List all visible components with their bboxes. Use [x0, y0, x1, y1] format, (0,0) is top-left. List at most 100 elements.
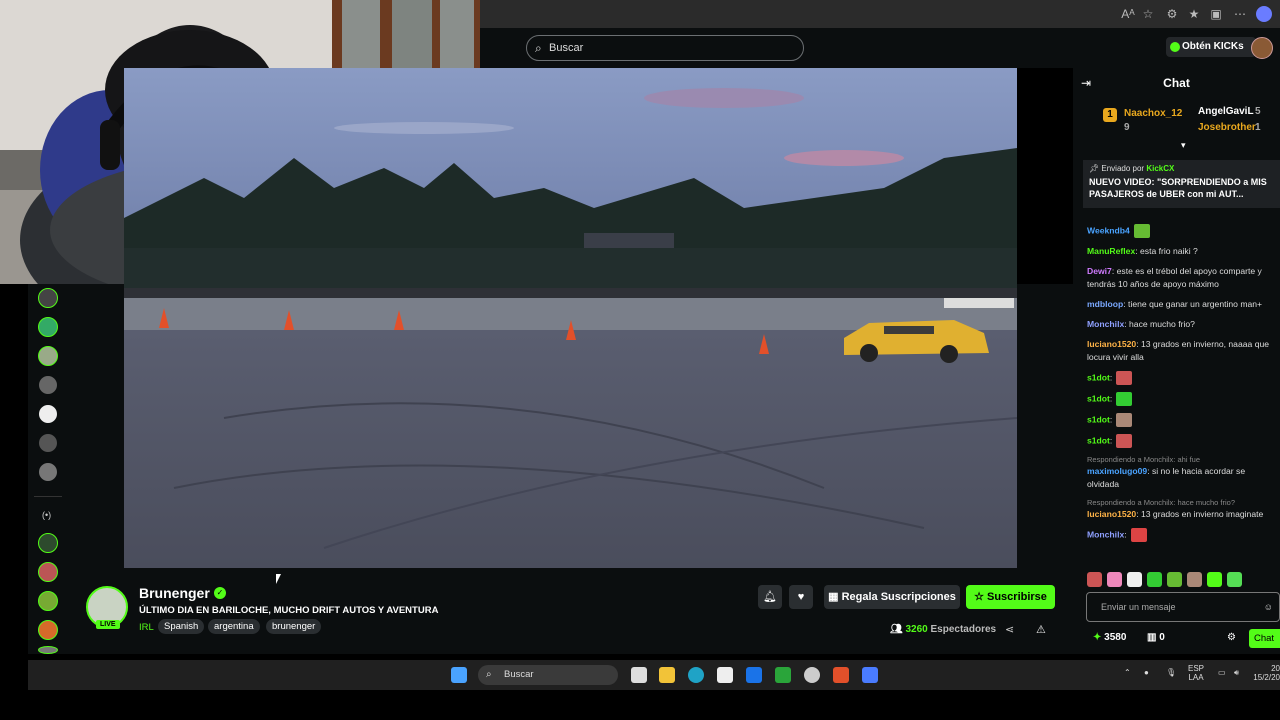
category-link[interactable]: IRL	[139, 622, 154, 633]
channel-avatar[interactable]	[38, 562, 58, 582]
follow-button[interactable]: ♥	[789, 585, 813, 609]
edge-icon[interactable]	[688, 667, 704, 683]
chat-message: s1dot:	[1087, 434, 1277, 448]
mouse-cursor	[276, 574, 281, 584]
expand-leaderboard-icon[interactable]: ▾	[1181, 140, 1186, 151]
reply-context[interactable]: Respondiendo a Monchilx: ahi fue	[1087, 455, 1277, 464]
chat-text: : tiene que ganar un argentino man+	[1123, 299, 1263, 309]
channel-avatar[interactable]	[38, 620, 58, 640]
emoji-picker-icon[interactable]: ☺	[1264, 593, 1273, 621]
taskbar-search[interactable]: ⌕ Buscar	[478, 665, 618, 685]
taskbar-search-label: Buscar	[504, 669, 534, 680]
volume-icon[interactable]: 🔊︎	[1234, 668, 1239, 678]
emote-icon[interactable]	[1227, 572, 1242, 587]
minecraft-icon[interactable]	[775, 667, 791, 683]
search-input[interactable]: ⌕ Buscar	[526, 35, 804, 61]
share-icon[interactable]: ⋖	[1005, 623, 1014, 636]
channel-avatar[interactable]	[38, 288, 58, 308]
get-kicks-button[interactable]: Obtén KICKs	[1166, 37, 1256, 57]
live-channels-icon: (•)	[42, 510, 52, 520]
chat-username[interactable]: Dewi7	[1087, 266, 1112, 276]
kicks-balance[interactable]: ✦ 3580	[1093, 632, 1126, 643]
chat-username[interactable]: ManuReflex	[1087, 246, 1135, 256]
notifications-button[interactable]: 🔔︎	[758, 585, 782, 609]
chat-username[interactable]: Monchilx	[1087, 319, 1124, 329]
app-icon[interactable]	[862, 667, 878, 683]
microphone-icon[interactable]: 🎙︎	[1166, 668, 1176, 677]
emote-icon[interactable]	[1087, 572, 1102, 587]
favorite-icon[interactable]: ☆	[1140, 6, 1156, 22]
tray-app-icon[interactable]: ●	[1144, 668, 1149, 677]
reply-context[interactable]: Respondiendo a Monchilx: hace mucho frio…	[1087, 498, 1277, 507]
report-icon[interactable]: ⚠	[1036, 623, 1046, 636]
pinned-text: NUEVO VIDEO: "SORPRENDIENDO a MIS PASAJE…	[1089, 177, 1267, 199]
send-chat-button[interactable]: Chat	[1249, 629, 1280, 648]
chat-username[interactable]: luciano1520	[1087, 339, 1136, 349]
chat-username[interactable]: Weekndb4	[1087, 225, 1130, 235]
extensions-icon[interactable]: ⚙	[1164, 6, 1180, 22]
video-player[interactable]	[124, 68, 1017, 568]
network-icon[interactable]: ▭	[1218, 668, 1226, 677]
chat-username[interactable]: maximolugo09	[1087, 466, 1147, 476]
pinned-sender[interactable]: KickCX	[1146, 164, 1174, 173]
emote-icon[interactable]	[1147, 572, 1162, 587]
leader-name[interactable]: Josebrother	[1198, 122, 1256, 133]
leader-name[interactable]: AngelGaviL	[1198, 106, 1254, 117]
chat-username[interactable]: mdbloop	[1087, 299, 1123, 309]
task-view-icon[interactable]	[631, 667, 647, 683]
subscribe-button[interactable]: ☆ Suscribirse	[966, 585, 1055, 609]
channel-avatar[interactable]	[38, 462, 58, 482]
chat-username[interactable]: s1dot	[1087, 393, 1110, 403]
chat-username[interactable]: luciano1520	[1087, 509, 1136, 519]
chat-username[interactable]: s1dot	[1087, 414, 1110, 424]
emote-icon[interactable]	[1167, 572, 1182, 587]
collections-icon[interactable]: ▣	[1208, 6, 1224, 22]
streamer-name[interactable]: Brunenger	[139, 585, 210, 601]
emote-icon[interactable]	[1187, 572, 1202, 587]
tag-argentina[interactable]: argentina	[208, 619, 260, 634]
channel-avatar[interactable]	[38, 591, 58, 611]
copilot-icon[interactable]	[1256, 6, 1272, 22]
heart-icon: ♥	[797, 591, 805, 603]
store-icon[interactable]	[717, 667, 733, 683]
stream-info-bar: LIVE Brunenger ✓ ÚLTIMO DIA EN BARILOCHE…	[68, 568, 1073, 654]
pinned-sent-by: Enviado por	[1101, 164, 1145, 173]
outlook-icon[interactable]	[746, 667, 762, 683]
channel-avatar[interactable]	[38, 433, 58, 453]
chat-username[interactable]: Monchilx	[1087, 529, 1124, 539]
chat-input[interactable]: Enviar un mensaje ☺	[1086, 592, 1280, 622]
channel-avatar[interactable]	[38, 533, 58, 553]
pin-icon: 📌︎	[1089, 164, 1102, 173]
clock[interactable]: 20 15/2/20	[1253, 664, 1280, 682]
start-icon[interactable]	[451, 667, 467, 683]
emote-icon[interactable]	[1107, 572, 1122, 587]
favorites-bar-icon[interactable]: ★	[1186, 6, 1202, 22]
more-options-icon[interactable]: ⋯	[1232, 6, 1248, 22]
channel-avatar[interactable]	[38, 346, 58, 366]
emote-icon[interactable]	[1127, 572, 1142, 587]
channel-avatar[interactable]	[38, 404, 58, 424]
chat-username[interactable]: s1dot	[1087, 435, 1110, 445]
chat-settings-icon[interactable]: ⚙	[1227, 632, 1236, 643]
gift-subscriptions-button[interactable]: ▦ Regala Suscripciones	[824, 585, 960, 609]
chat-username[interactable]: s1dot	[1087, 372, 1110, 382]
tray-overflow-icon[interactable]: ⌃	[1124, 668, 1131, 677]
emote-icon[interactable]	[1207, 572, 1222, 587]
search-icon: ⌕	[486, 669, 492, 680]
file-explorer-icon[interactable]	[659, 667, 675, 683]
tag-brunenger[interactable]: brunenger	[266, 619, 322, 634]
emote-image	[1116, 392, 1133, 406]
leader-name[interactable]: Naachox_12	[1124, 108, 1182, 119]
user-avatar[interactable]	[1251, 37, 1273, 59]
chrome-icon[interactable]	[804, 667, 820, 683]
brave-icon[interactable]	[833, 667, 849, 683]
tag-spanish[interactable]: Spanish	[158, 619, 205, 634]
gift-count[interactable]: ▥ 0	[1147, 632, 1165, 643]
language-indicator[interactable]: ESP LAA	[1188, 664, 1204, 682]
channel-avatar[interactable]	[38, 646, 58, 654]
read-aloud-icon[interactable]: Aᴬ	[1120, 6, 1136, 22]
channel-avatar[interactable]	[38, 375, 58, 395]
chat-panel: ⇥ Chat 1 Naachox_12 9 AngelGaviL 5 Joseb…	[1073, 68, 1280, 654]
channel-avatar[interactable]	[38, 317, 58, 337]
chat-message: ManuReflex: esta frio naiki ?	[1087, 245, 1277, 258]
